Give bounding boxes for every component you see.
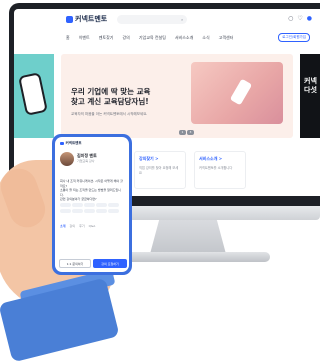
avatar: [60, 152, 74, 166]
card-desc: 커넥트멘토를 소개합니다: [199, 166, 233, 170]
tags-title: 관련 강의분야가 궁금하다면?: [60, 197, 97, 201]
nav-item-consulting[interactable]: 기업교육 컨설팅: [139, 35, 166, 41]
card-service-intro[interactable]: 서비스소개 > 커넥트멘토를 소개합니다: [194, 151, 246, 189]
hero-title: 우리 기업에 딱 맞는 교육 찾고 계신 교육담당자님!: [71, 87, 151, 106]
logo-icon: [66, 15, 73, 23]
search-input[interactable]: ⌕: [117, 14, 188, 24]
mentor-role: 기업교육 강사: [77, 159, 95, 163]
nav-item-service[interactable]: 서비스소개: [175, 35, 193, 41]
tag-chip[interactable]: [84, 208, 95, 213]
login-button[interactable]: 로그인/회원가입: [278, 33, 310, 42]
logo-icon: [60, 141, 64, 146]
tag-chip[interactable]: [96, 203, 107, 207]
request-lecture-button[interactable]: 강의 요청하기: [93, 259, 127, 268]
tab-review[interactable]: 후기: [79, 224, 85, 228]
tag-chip[interactable]: [108, 208, 119, 213]
header-icons: ○ ♡ ●: [288, 15, 312, 22]
nav-item-home[interactable]: 홈: [66, 35, 70, 41]
card-title: 강의찾기 >: [139, 156, 159, 161]
hero-banner[interactable]: 우리 기업에 딱 맞는 교육 찾고 계신 교육담당자님! 교육자의 마음을 아는…: [61, 54, 293, 138]
inquiry-button[interactable]: 1:1 문의하기: [59, 259, 91, 268]
tag-chip[interactable]: [60, 208, 71, 213]
nav-item-news[interactable]: 소식: [202, 35, 209, 41]
notification-icon[interactable]: ○: [288, 15, 293, 22]
monitor-stand: [150, 220, 226, 254]
hero-subtitle: 교육자의 마음을 아는 커넥트멘토에서 시작해보세요.: [71, 112, 148, 116]
tag-chip[interactable]: [84, 203, 95, 207]
tag-list: [60, 203, 126, 213]
hero-prev-slide[interactable]: [14, 54, 54, 138]
tab-intro[interactable]: 소개: [60, 224, 66, 228]
tag-chip[interactable]: [72, 208, 83, 213]
search-icon[interactable]: ⌕: [181, 17, 183, 22]
pager-total[interactable]: 3: [187, 130, 194, 135]
illustration-phone: [18, 72, 48, 116]
hero-next-title: 커넥 다섯: [304, 77, 317, 94]
card-desc: 직접 강의를 찾아 요청해 보세요: [139, 166, 179, 175]
tab-qna[interactable]: Q&A: [89, 224, 96, 228]
pager-current[interactable]: 1: [179, 130, 186, 135]
monitor-base: [120, 252, 270, 262]
user-icon[interactable]: ●: [307, 15, 312, 22]
card-lecture-search[interactable]: 강의찾기 > 직접 강의를 찾아 요청해 보세요: [134, 151, 186, 189]
hero-next-slide[interactable]: 커넥 다섯: [300, 54, 320, 138]
mentor-question: 회사 내 조직 커뮤니케이션, 시작은 어떻게 해야 할까요? 소통이 잘 되는…: [60, 179, 123, 197]
tag-chip[interactable]: [108, 203, 119, 207]
site-header: 커넥트멘토 ⌕: [14, 9, 320, 29]
hero-image: [191, 62, 283, 124]
phone-tabs: 소개 강의 후기 Q&A: [60, 224, 95, 228]
quick-cards: 강의찾기 > 직접 강의를 찾아 요청해 보세요 서비스소개 > 커넥트멘토를 …: [134, 151, 246, 189]
tag-chip[interactable]: [60, 203, 71, 207]
nav-item-event[interactable]: 이벤트: [79, 35, 90, 41]
site-logo[interactable]: 커넥트멘토: [66, 14, 107, 24]
phone-logo-text: 커넥트멘토: [65, 141, 82, 145]
nav-item-mentor[interactable]: 멘토찾기: [99, 35, 114, 41]
phone-screen: 커넥트멘토 김미정 멘토 기업교육 강사 회사 내 조직 커뮤니케이션, 시작은…: [55, 137, 129, 272]
hero-pager: 1 3: [179, 130, 194, 135]
logo-text: 커넥트멘토: [75, 15, 108, 23]
phone-actions: 1:1 문의하기 강의 요청하기: [59, 259, 127, 268]
phone-logo[interactable]: 커넥트멘토: [60, 141, 82, 146]
heart-icon[interactable]: ♡: [297, 15, 302, 22]
nav-item-lecture[interactable]: 강의: [122, 35, 129, 41]
card-title: 서비스소개 >: [199, 156, 223, 161]
hero-phone-illustration: [229, 78, 253, 106]
tag-chip[interactable]: [96, 208, 107, 213]
smartphone: 커넥트멘토 김미정 멘토 기업교육 강사 회사 내 조직 커뮤니케이션, 시작은…: [52, 134, 132, 275]
tag-chip[interactable]: [72, 203, 83, 207]
nav-item-support[interactable]: 고객센터: [219, 35, 234, 41]
tab-lecture[interactable]: 강의: [70, 224, 76, 228]
